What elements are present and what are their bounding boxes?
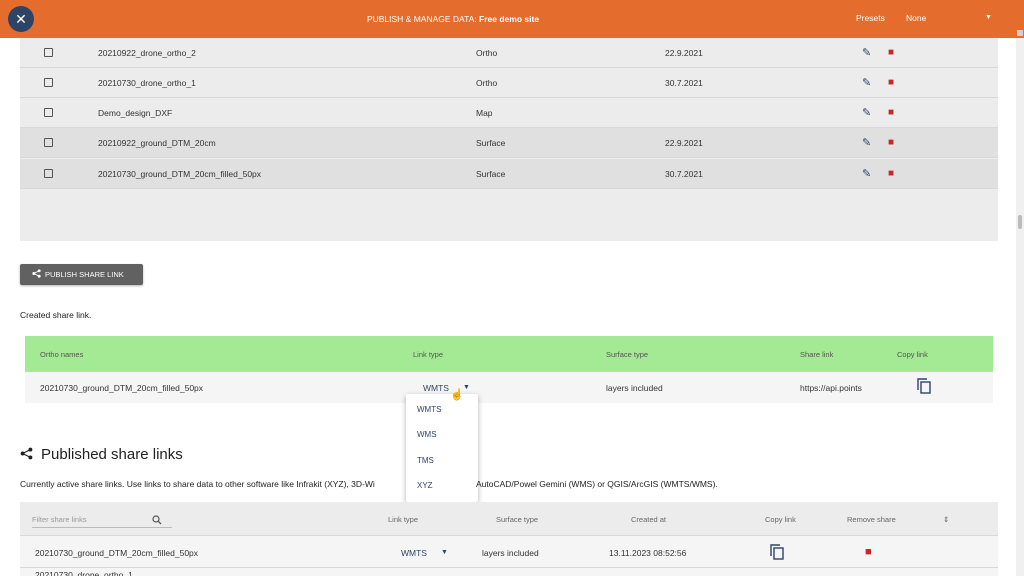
header-surface-type: Surface type <box>606 350 649 359</box>
dropdown-option-wmts[interactable]: WMTS <box>417 405 441 414</box>
row-name: 20210730_drone_ortho_1 <box>98 77 196 88</box>
row-name: 20210922_ground_DTM_20cm <box>98 137 216 148</box>
created-share-row: 20210730_ground_DTM_20cm_filled_50px WMT… <box>25 372 993 403</box>
row-date: 30.7.2021 <box>665 168 703 179</box>
publish-share-link-label: PUBLISH SHARE LINK <box>45 270 124 279</box>
published-description-tail: AutoCAD/Powel Gemini (WMS) or QGIS/ArcGI… <box>476 479 718 489</box>
share-row-name: 20210730_ground_DTM_20cm_filled_50px <box>40 383 204 393</box>
published-row-name: 20210730_drone_ortho_1 <box>35 570 133 576</box>
link-type-select[interactable]: WMTS <box>423 383 449 393</box>
published-row-name: 20210730_ground_DTM_20cm_filled_50px <box>35 548 199 558</box>
share-icon <box>20 447 33 463</box>
row-name: Demo_design_DXF <box>98 107 173 118</box>
row-type: Ortho <box>476 77 498 88</box>
table-row: Demo_design_DXF Map ✎ ■ <box>20 98 998 128</box>
published-table: Link type Surface type Created at Copy l… <box>20 502 998 576</box>
edit-icon[interactable]: ✎ <box>862 46 871 59</box>
published-row-created-at: 13.11.2023 08:52:56 <box>609 548 687 558</box>
filter-share-links-input[interactable] <box>32 512 172 528</box>
chevron-down-icon[interactable]: ▼ <box>441 549 448 556</box>
row-type: Ortho <box>476 47 498 58</box>
share-row-surface-type: layers included <box>606 383 663 393</box>
header-copy-link: Copy link <box>765 515 796 524</box>
delete-icon[interactable]: ■ <box>888 47 894 58</box>
edit-icon[interactable]: ✎ <box>862 76 871 89</box>
header-copy-link: Copy link <box>897 350 928 359</box>
copy-icon[interactable] <box>917 378 931 394</box>
created-table-header: Ortho names Link type Surface type Share… <box>25 336 993 372</box>
table-row: 20210730_ground_DTM_20cm_filled_50px WMT… <box>20 537 998 568</box>
header-surface-type: Surface type <box>496 515 539 524</box>
page-title-prefix: PUBLISH & MANAGE DATA: <box>366 14 480 24</box>
table-row: 20210922_ground_DTM_20cm Surface 22.9.20… <box>20 128 998 158</box>
header-ortho-names: Ortho names <box>40 350 84 359</box>
row-date: 22.9.2021 <box>665 137 703 148</box>
header-link-type: Link type <box>413 350 444 359</box>
delete-icon[interactable]: ■ <box>888 137 894 148</box>
row-checkbox[interactable] <box>44 108 53 117</box>
delete-icon[interactable]: ■ <box>888 168 894 179</box>
edit-icon[interactable]: ✎ <box>862 106 871 119</box>
page-title-site: Free demo site <box>479 14 540 24</box>
table-row: 20210730_drone_ortho_1 <box>20 568 998 576</box>
created-share-link-text: Created share link. <box>20 310 92 320</box>
row-checkbox[interactable] <box>44 138 53 147</box>
header-share-link: Share link <box>800 350 834 359</box>
sort-icon[interactable]: ⇕ <box>943 515 949 524</box>
copy-icon[interactable] <box>770 544 784 560</box>
dropdown-option-wms[interactable]: WMS <box>417 430 437 439</box>
hand-cursor-icon: ☝ <box>450 389 464 401</box>
dropdown-option-tms[interactable]: TMS <box>417 456 434 465</box>
edit-icon[interactable]: ✎ <box>862 167 871 180</box>
row-checkbox[interactable] <box>44 48 53 57</box>
data-table: 20210922_drone_ortho_2 Ortho 22.9.2021 ✎… <box>20 38 998 241</box>
top-app-bar: ✕ PUBLISH & MANAGE DATA: Free demo site … <box>0 0 1024 38</box>
row-name: 20210922_drone_ortho_2 <box>98 47 196 58</box>
table-row: 20210730_ground_DTM_20cm_filled_50px Sur… <box>20 159 998 189</box>
row-type: Surface <box>476 137 506 148</box>
published-section-title: Published share links <box>20 446 183 463</box>
publish-share-link-button[interactable]: PUBLISH SHARE LINK <box>20 264 143 285</box>
search-icon[interactable] <box>152 515 162 527</box>
published-description-head: Currently active share links. Use links … <box>20 479 375 489</box>
row-name: 20210730_ground_DTM_20cm_filled_50px <box>98 168 262 179</box>
scroll-up-button[interactable] <box>1017 30 1023 36</box>
chevron-down-icon[interactable]: ▼ <box>985 14 992 21</box>
delete-icon[interactable]: ■ <box>888 77 894 88</box>
header-link-type: Link type <box>388 515 419 524</box>
delete-icon[interactable]: ■ <box>865 546 872 558</box>
dropdown-option-xyz[interactable]: XYZ <box>417 481 433 490</box>
published-row-surface-type: layers included <box>482 548 539 558</box>
published-table-header: Link type Surface type Created at Copy l… <box>20 502 998 536</box>
scrollbar[interactable] <box>1016 38 1024 576</box>
row-date: 30.7.2021 <box>665 77 703 88</box>
row-date: 22.9.2021 <box>665 47 703 58</box>
share-row-link: https://api.points <box>800 383 862 393</box>
row-checkbox[interactable] <box>44 78 53 87</box>
link-type-select[interactable]: WMTS <box>401 548 427 558</box>
share-icon <box>32 269 41 280</box>
delete-icon[interactable]: ■ <box>888 107 894 118</box>
row-type: Map <box>476 107 493 118</box>
row-type: Surface <box>476 168 506 179</box>
row-checkbox[interactable] <box>44 169 53 178</box>
header-created-at: Created at <box>631 515 667 524</box>
published-description: Currently active share links. Use links … <box>20 479 718 489</box>
published-title-text: Published share links <box>41 446 183 463</box>
table-row: 20210922_drone_ortho_2 Ortho 22.9.2021 ✎… <box>20 38 998 68</box>
presets-select[interactable]: None <box>906 13 926 23</box>
header-remove-share: Remove share <box>847 515 896 524</box>
page-title: PUBLISH & MANAGE DATA: Free demo site <box>0 14 906 24</box>
edit-icon[interactable]: ✎ <box>862 136 871 149</box>
chevron-down-icon[interactable]: ▼ <box>463 384 470 391</box>
table-row: 20210730_drone_ortho_1 Ortho 30.7.2021 ✎… <box>20 68 998 98</box>
link-type-dropdown: WMTS WMS TMS XYZ <box>406 394 478 502</box>
presets-label: Presets <box>856 13 885 23</box>
scrollbar-thumb[interactable] <box>1018 215 1022 229</box>
